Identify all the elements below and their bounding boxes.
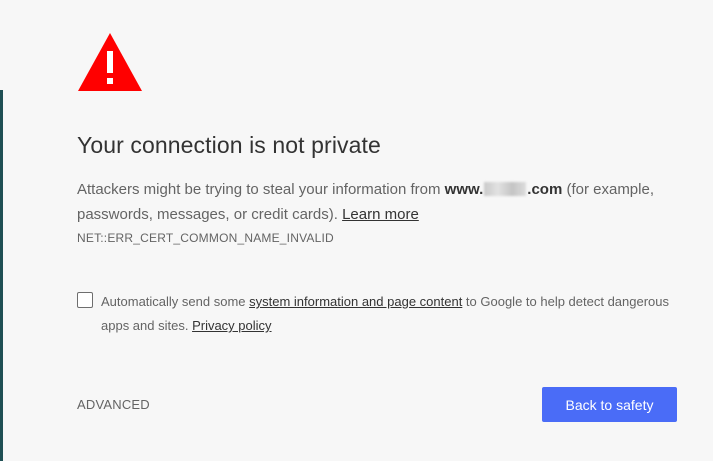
optin-text-before: Automatically send some — [101, 294, 250, 309]
page-title: Your connection is not private — [77, 132, 381, 158]
error-code: NET::ERR_CERT_COMMON_NAME_INVALID — [77, 231, 334, 245]
domain-suffix: .com — [527, 181, 563, 198]
back-to-safety-button[interactable]: Back to safety — [542, 387, 677, 422]
redacted-domain-blur — [484, 182, 527, 196]
warning-triangle-icon — [78, 33, 142, 91]
system-info-link[interactable]: system information and page content — [249, 294, 462, 309]
privacy-policy-link[interactable]: Privacy policy — [192, 318, 271, 333]
explanation-text-before: Attackers might be trying to steal your … — [77, 181, 445, 198]
extended-reporting-checkbox[interactable] — [77, 292, 93, 308]
explanation-text: Attackers might be trying to steal your … — [77, 177, 667, 227]
domain-prefix: www. — [444, 181, 484, 198]
learn-more-link[interactable]: Learn more — [342, 206, 419, 223]
site-domain: www. .com — [445, 181, 563, 198]
optin-text: Automatically send some system informati… — [101, 290, 671, 338]
window-edge-strip — [0, 90, 3, 461]
advanced-button[interactable]: ADVANCED — [77, 397, 150, 412]
